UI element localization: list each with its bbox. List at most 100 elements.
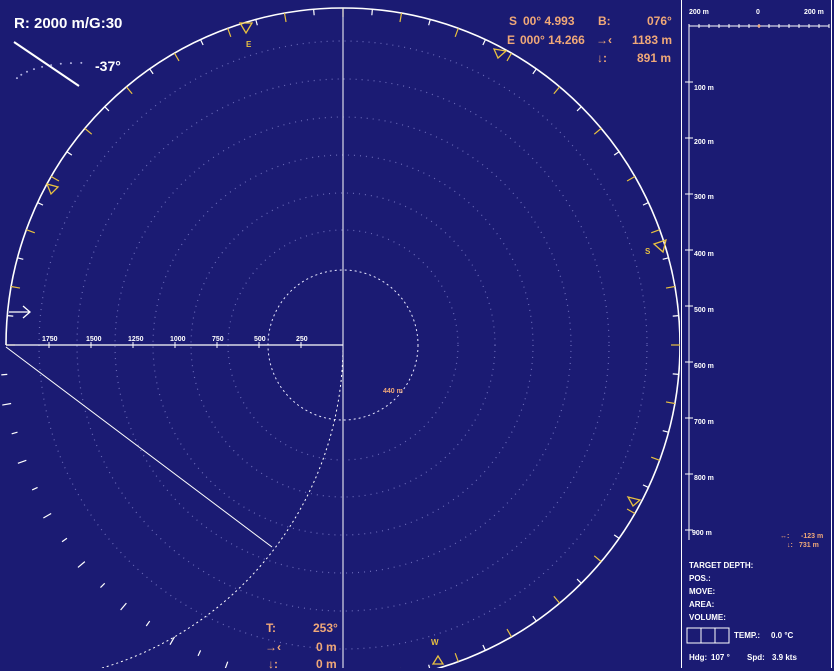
bearing-tick: [626, 175, 636, 182]
bearing-tick: [17, 257, 24, 260]
tilt-indicator-scale: [15, 61, 83, 80]
tilt-scale-dot: [80, 61, 83, 64]
bearing-tick: [651, 229, 660, 234]
bearing-tick: [313, 9, 315, 16]
bearing-tick: [454, 28, 459, 37]
bearing-tick: [576, 578, 582, 584]
longitude-label: E: [507, 33, 516, 47]
bearing-tick: [227, 28, 232, 37]
area-label: AREA:: [689, 600, 715, 609]
bearing-tick: [662, 257, 669, 260]
cursor-horizontal-value: -123 m: [801, 533, 824, 540]
range-scale-label-250: 250: [296, 336, 308, 343]
tilt-scale-dot: [59, 62, 62, 65]
bearing-tick: [672, 315, 679, 317]
bearing-tick: [613, 534, 620, 539]
latitude-label: S: [509, 14, 518, 28]
depth-arrow-icon: ↓:: [597, 51, 607, 65]
lower-left-sector-arc: [100, 344, 344, 668]
target-depth-value: 0 m: [316, 657, 337, 671]
east-marker-icon: [238, 22, 254, 35]
marker-triangle-icon: [45, 183, 60, 196]
target-horizontal-value: 0 m: [316, 640, 337, 654]
depth-label-800: 800 m: [694, 475, 714, 482]
bearing-tick: [482, 644, 486, 651]
bearing-tick: [145, 620, 151, 627]
east-marker-label: E: [246, 40, 252, 49]
bearing-tick: [200, 39, 204, 46]
depth-label-400: 400 m: [694, 251, 714, 258]
bearing-tick: [100, 582, 106, 588]
bearing-label: B:: [598, 14, 611, 28]
horizontal-range-value: 1183 m: [632, 33, 673, 47]
bearing-tick: [43, 512, 52, 519]
bearing-tick: [642, 202, 649, 206]
bearing-tick: [593, 555, 602, 563]
bearing-tick: [120, 602, 127, 611]
bearing-tick: [31, 486, 38, 491]
bearing-tick: [255, 19, 258, 26]
marker-triangle-icon: [626, 496, 642, 508]
tilt-scale-dot: [69, 62, 72, 65]
bearing-tick: [11, 285, 21, 289]
pos-label: POS.:: [689, 574, 711, 583]
target-range-label: 440 m: [383, 388, 403, 395]
tilt-scale-dot: [15, 77, 18, 80]
volume-label: VOLUME:: [689, 613, 726, 622]
bearing-tick: [84, 127, 93, 135]
bearing-ticks: [1, 8, 680, 668]
target-bearing-label: T:: [266, 621, 276, 635]
bearing-tick: [428, 19, 431, 26]
temperature-label: TEMP.:: [734, 631, 761, 640]
bearing-tick: [665, 285, 675, 289]
bearing-tick: [371, 9, 373, 16]
latitude-value: 00° 4.993: [523, 14, 575, 28]
bearing-tick: [77, 561, 86, 568]
bearing-tick: [482, 39, 486, 46]
position-dot: [757, 24, 761, 28]
range-gain-readout: R: 2000 m/G:30: [14, 15, 123, 32]
bearing-tick: [37, 202, 44, 206]
range-scale-label-750: 750: [212, 336, 224, 343]
horizontal-range-arrow-icon: →‹: [596, 33, 612, 47]
depth-label-500: 500 m: [694, 307, 714, 314]
west-marker-label: W: [431, 638, 439, 647]
bearing-tick: [613, 151, 620, 156]
target-horizontal-icon: →‹: [265, 640, 281, 654]
bearing-tick: [454, 653, 459, 662]
bearing-tick: [532, 615, 537, 622]
bearing-tick: [553, 595, 561, 604]
bearing-tick: [662, 430, 669, 433]
marker-triangle-icon: [492, 48, 508, 60]
tilt-scale-dot: [20, 73, 23, 76]
bearing-tick: [26, 229, 35, 234]
bearing-tick: [149, 68, 154, 75]
tilt-angle-readout: -37°: [95, 58, 121, 74]
bearing-tick: [626, 508, 636, 515]
sonar-view[interactable]: [0, 0, 680, 668]
cursor-horizontal-icon: ↔:: [780, 533, 790, 540]
bearing-tick: [104, 106, 110, 112]
top-scale-left-label: 200 m: [689, 9, 709, 16]
bearing-tick: [283, 13, 287, 23]
cursor-depth-icon: ↓:: [787, 542, 793, 549]
heading-value: 107 °: [711, 653, 730, 662]
bearing-tick: [672, 373, 679, 375]
bearing-tick: [553, 86, 561, 95]
target-depth-label: TARGET DEPTH:: [689, 561, 754, 570]
depth-label-600: 600 m: [694, 363, 714, 370]
west-marker-icon: [431, 654, 445, 665]
bearing-tick: [651, 456, 660, 461]
tilt-scale-dot: [32, 68, 35, 71]
south-marker-label: S: [645, 247, 651, 256]
tilt-scale-dot: [41, 65, 44, 68]
longitude-value: 000° 14.266: [520, 33, 585, 47]
bearing-tick: [506, 628, 513, 638]
bearing-tick: [197, 650, 202, 657]
range-scale-label-1000: 1000: [170, 336, 186, 343]
bearing-tick: [576, 106, 582, 112]
speed-label: Spd:: [747, 653, 765, 662]
cursor-depth-value: 731 m: [799, 542, 819, 549]
speed-value: 3.9 kts: [772, 653, 797, 662]
depth-label-900: 900 m: [692, 530, 712, 537]
